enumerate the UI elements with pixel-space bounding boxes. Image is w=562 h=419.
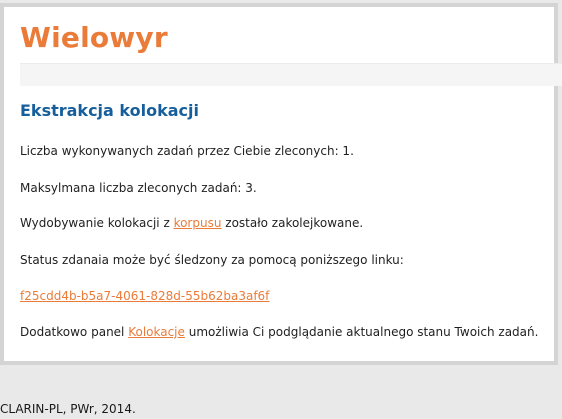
task-status-link[interactable]: f25cdd4b-b5a7-4061-828d-55b62ba3af6f — [20, 289, 269, 303]
queued-message: Wydobywanie kolokacji z korpusu zostało … — [20, 216, 363, 230]
main-panel: Wielowyr Ekstrakcja kolokacji Liczba wyk… — [0, 3, 562, 365]
panel-info-text: Dodatkowo panel Kolokacje umożliwia Ci p… — [20, 325, 538, 339]
corpus-link[interactable]: korpusu — [174, 216, 222, 230]
tasks-count-text: Liczba wykonywanych zadań przez Ciebie z… — [20, 144, 354, 158]
max-tasks-text: Maksylmana liczba zleconych zadań: 3. — [20, 181, 257, 195]
section-title: Ekstrakcja kolokacji — [20, 101, 199, 120]
footer-text: CLARIN-PL, PWr, 2014. — [0, 402, 136, 416]
queued-suffix: zostało zakolejkowane. — [221, 216, 364, 230]
status-text: Status zdanaia może być śledzony za pomo… — [20, 253, 404, 267]
brand-title[interactable]: Wielowyr — [20, 21, 168, 54]
navigation-bar — [20, 63, 562, 86]
task-link-line: f25cdd4b-b5a7-4061-828d-55b62ba3af6f — [20, 289, 269, 303]
kolokacje-link[interactable]: Kolokacje — [128, 325, 185, 339]
panel-prefix: Dodatkowo panel — [20, 325, 129, 339]
panel-suffix: umożliwia Ci podglądanie aktualnego stan… — [184, 325, 539, 339]
queued-prefix: Wydobywanie kolokacji z — [20, 216, 174, 230]
